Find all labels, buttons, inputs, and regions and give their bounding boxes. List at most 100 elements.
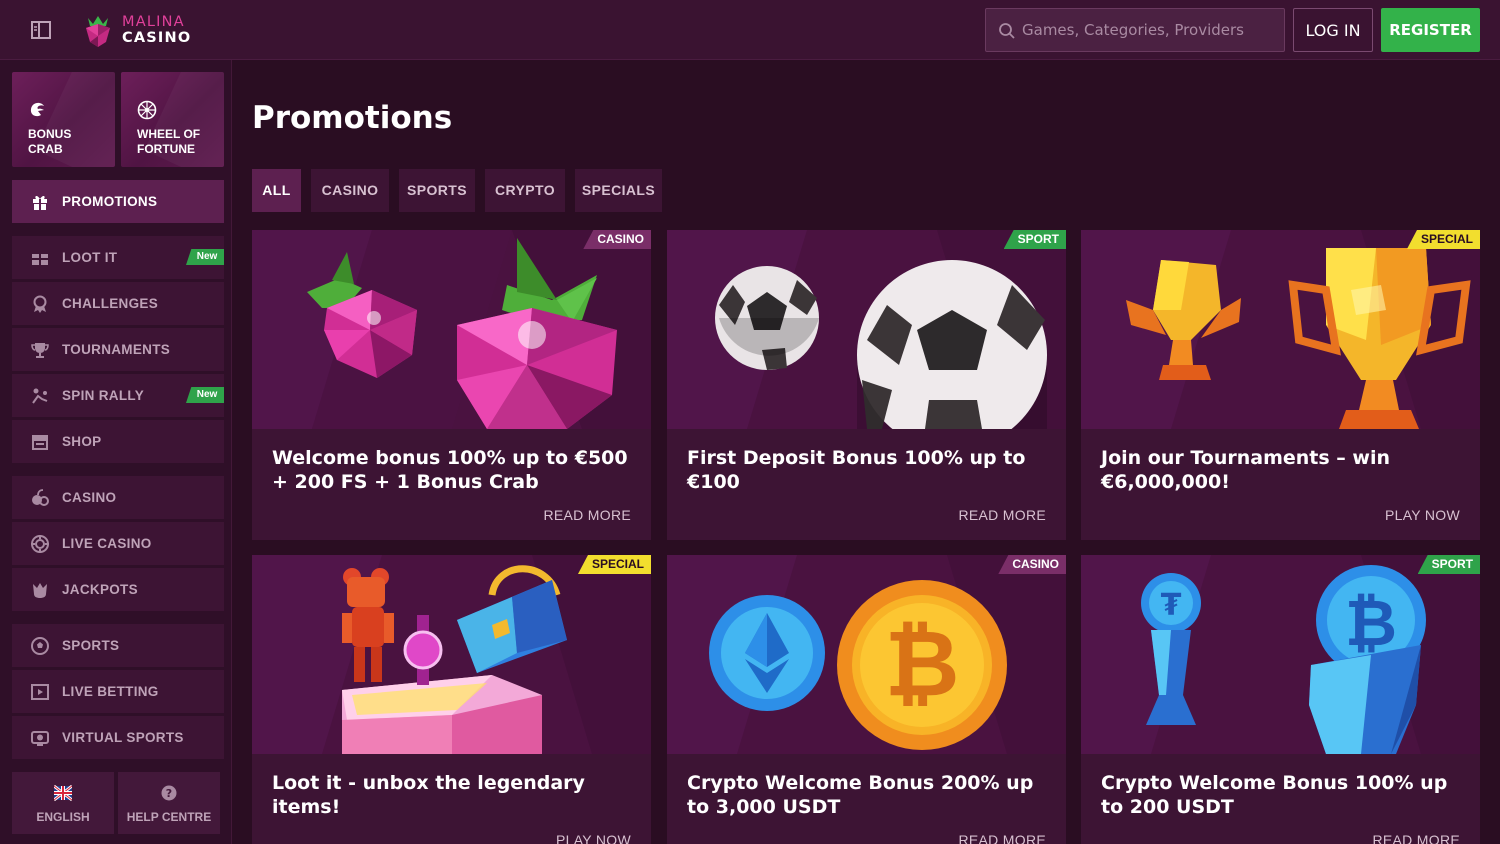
category-tag: SPORT bbox=[1417, 555, 1480, 574]
jackpot-icon bbox=[33, 583, 47, 598]
play-now-link[interactable]: PLAY NOW bbox=[556, 832, 631, 844]
promo-title: Crypto Welcome Bonus 200% up to 3,000 US… bbox=[687, 772, 1034, 818]
promo-title: First Deposit Bonus 100% up to €100 bbox=[687, 447, 1026, 493]
sidebar-toggle-icon[interactable] bbox=[30, 19, 52, 41]
sidebar-item-virtual-sports[interactable]: VIRTUAL SPORTS bbox=[12, 716, 224, 759]
sidebar-item-label: SPIN RALLY bbox=[62, 388, 145, 403]
live-betting-icon bbox=[31, 684, 49, 700]
help-centre-button[interactable]: ? HELP CENTRE bbox=[118, 772, 220, 834]
sidebar: BONUS CRAB WHEEL OF FORTUNE PROMOTIONS L… bbox=[0, 60, 232, 844]
tab-casino[interactable]: CASINO bbox=[311, 169, 389, 212]
search-box[interactable] bbox=[985, 8, 1285, 52]
shop-icon bbox=[32, 435, 48, 450]
svg-text:₿: ₿ bbox=[885, 610, 960, 717]
sidebar-item-spin-rally[interactable]: SPIN RALLY New bbox=[12, 374, 224, 417]
logo-line-2: CASINO bbox=[122, 30, 192, 46]
read-more-link[interactable]: READ MORE bbox=[959, 507, 1047, 523]
tab-crypto[interactable]: CRYPTO bbox=[485, 169, 565, 212]
language-button[interactable]: ENGLISH bbox=[12, 772, 114, 834]
tab-specials[interactable]: SPECIALS bbox=[575, 169, 662, 212]
promo-card[interactable]: ₿ CASINO Crypto Welcome Bonus 200% up to… bbox=[667, 555, 1066, 844]
promo-image-loot-box: SPECIAL bbox=[252, 555, 651, 754]
svg-text:₿: ₿ bbox=[1345, 587, 1397, 661]
login-button[interactable]: LOG IN bbox=[1293, 8, 1373, 52]
read-more-link[interactable]: READ MORE bbox=[544, 507, 632, 523]
tab-all[interactable]: ALL bbox=[252, 169, 301, 212]
help-icon: ? bbox=[161, 785, 177, 801]
promo-title: Crypto Welcome Bonus 100% up to 200 USDT bbox=[1101, 772, 1448, 818]
casino-icon bbox=[32, 489, 49, 506]
top-header: MALINA CASINO LOG IN REGISTER bbox=[0, 0, 1500, 60]
read-more-link[interactable]: READ MORE bbox=[1373, 832, 1461, 844]
sidebar-item-label: LOOT IT bbox=[62, 250, 118, 265]
wheel-of-fortune-label: WHEEL OF FORTUNE bbox=[137, 127, 201, 156]
promo-image-footballs: SPORT bbox=[667, 230, 1066, 429]
gift-icon bbox=[32, 254, 48, 265]
sidebar-item-tournaments[interactable]: TOURNAMENTS bbox=[12, 328, 224, 371]
sidebar-item-jackpots[interactable]: JACKPOTS bbox=[12, 568, 224, 611]
raspberry-logo-icon bbox=[86, 16, 110, 47]
sidebar-item-label: SPORTS bbox=[62, 638, 120, 653]
football-icon bbox=[31, 637, 49, 655]
gift-box-icon bbox=[33, 195, 47, 210]
sidebar-item-label: VIRTUAL SPORTS bbox=[62, 730, 184, 745]
logo[interactable]: MALINA CASINO bbox=[82, 10, 192, 50]
uk-flag-icon bbox=[54, 784, 72, 802]
sidebar-item-sports[interactable]: SPORTS bbox=[12, 624, 224, 667]
sidebar-item-challenges[interactable]: CHALLENGES bbox=[12, 282, 224, 325]
language-label: ENGLISH bbox=[36, 810, 90, 824]
tab-sports[interactable]: SPORTS bbox=[399, 169, 475, 212]
promo-image-crypto-trophies: ₮ ₿ SPORT bbox=[1081, 555, 1480, 754]
category-tag: SPECIAL bbox=[577, 555, 651, 574]
category-tag: CASINO bbox=[583, 230, 651, 249]
sidebar-item-label: SHOP bbox=[62, 434, 102, 449]
promo-card[interactable]: SPECIAL Join our Tournaments – win €6,00… bbox=[1081, 230, 1480, 540]
promo-title: Welcome bonus 100% up to €500 + 200 FS +… bbox=[272, 447, 628, 493]
bonus-crab-tile[interactable]: BONUS CRAB bbox=[12, 72, 115, 167]
sidebar-item-label: CHALLENGES bbox=[62, 296, 159, 311]
sidebar-item-casino[interactable]: CASINO bbox=[12, 476, 224, 519]
sidebar-item-promotions[interactable]: PROMOTIONS bbox=[12, 180, 224, 223]
promo-title: Join our Tournaments – win €6,000,000! bbox=[1101, 447, 1390, 493]
search-input[interactable] bbox=[1022, 9, 1277, 51]
wheel-of-fortune-tile[interactable]: WHEEL OF FORTUNE bbox=[121, 72, 224, 167]
crab-claw-icon bbox=[30, 102, 44, 117]
bonus-crab-label: BONUS CRAB bbox=[28, 127, 72, 156]
read-more-link[interactable]: READ MORE bbox=[959, 832, 1047, 844]
sidebar-item-live-betting[interactable]: LIVE BETTING bbox=[12, 670, 224, 713]
medal-icon bbox=[33, 295, 47, 313]
trophy-icon bbox=[31, 343, 49, 358]
new-badge: New bbox=[186, 249, 224, 265]
sidebar-item-label: LIVE BETTING bbox=[62, 684, 159, 699]
category-tag: SPECIAL bbox=[1406, 230, 1480, 249]
search-icon bbox=[999, 23, 1015, 39]
play-now-link[interactable]: PLAY NOW bbox=[1385, 507, 1460, 523]
wheel-icon bbox=[137, 100, 157, 120]
chip-icon bbox=[31, 535, 49, 553]
svg-text:?: ? bbox=[166, 787, 172, 800]
promo-card[interactable]: SPORT First Deposit Bonus 100% up to €10… bbox=[667, 230, 1066, 540]
new-badge: New bbox=[186, 387, 224, 403]
promo-card[interactable]: SPECIAL Loot it - unbox the legendary it… bbox=[252, 555, 651, 844]
promo-image-raspberries: CASINO bbox=[252, 230, 651, 429]
sidebar-item-label: CASINO bbox=[62, 490, 117, 505]
sidebar-item-live-casino[interactable]: LIVE CASINO bbox=[12, 522, 224, 565]
logo-line-1: MALINA bbox=[122, 14, 185, 30]
category-tag: SPORT bbox=[1003, 230, 1066, 249]
sidebar-item-label: TOURNAMENTS bbox=[62, 342, 171, 357]
sidebar-item-label: LIVE CASINO bbox=[62, 536, 152, 551]
virtual-sports-icon bbox=[31, 731, 49, 746]
sidebar-item-label: JACKPOTS bbox=[62, 582, 138, 597]
register-button[interactable]: REGISTER bbox=[1381, 8, 1480, 52]
promo-card[interactable]: CASINO Welcome bonus 100% up to €500 + 2… bbox=[252, 230, 651, 540]
promo-image-trophies: SPECIAL bbox=[1081, 230, 1480, 429]
sidebar-item-label: PROMOTIONS bbox=[62, 194, 158, 209]
promo-title: Loot it - unbox the legendary items! bbox=[272, 772, 585, 818]
svg-text:₮: ₮ bbox=[1161, 588, 1182, 623]
promo-card[interactable]: ₮ ₿ SPORT Crypto Welcome Bonus 100% up t… bbox=[1081, 555, 1480, 844]
sidebar-item-shop[interactable]: SHOP bbox=[12, 420, 224, 463]
rally-icon bbox=[32, 388, 48, 404]
page-title: Promotions bbox=[252, 100, 453, 136]
sidebar-item-loot-it[interactable]: LOOT IT New bbox=[12, 236, 224, 279]
category-tag: CASINO bbox=[998, 555, 1066, 574]
